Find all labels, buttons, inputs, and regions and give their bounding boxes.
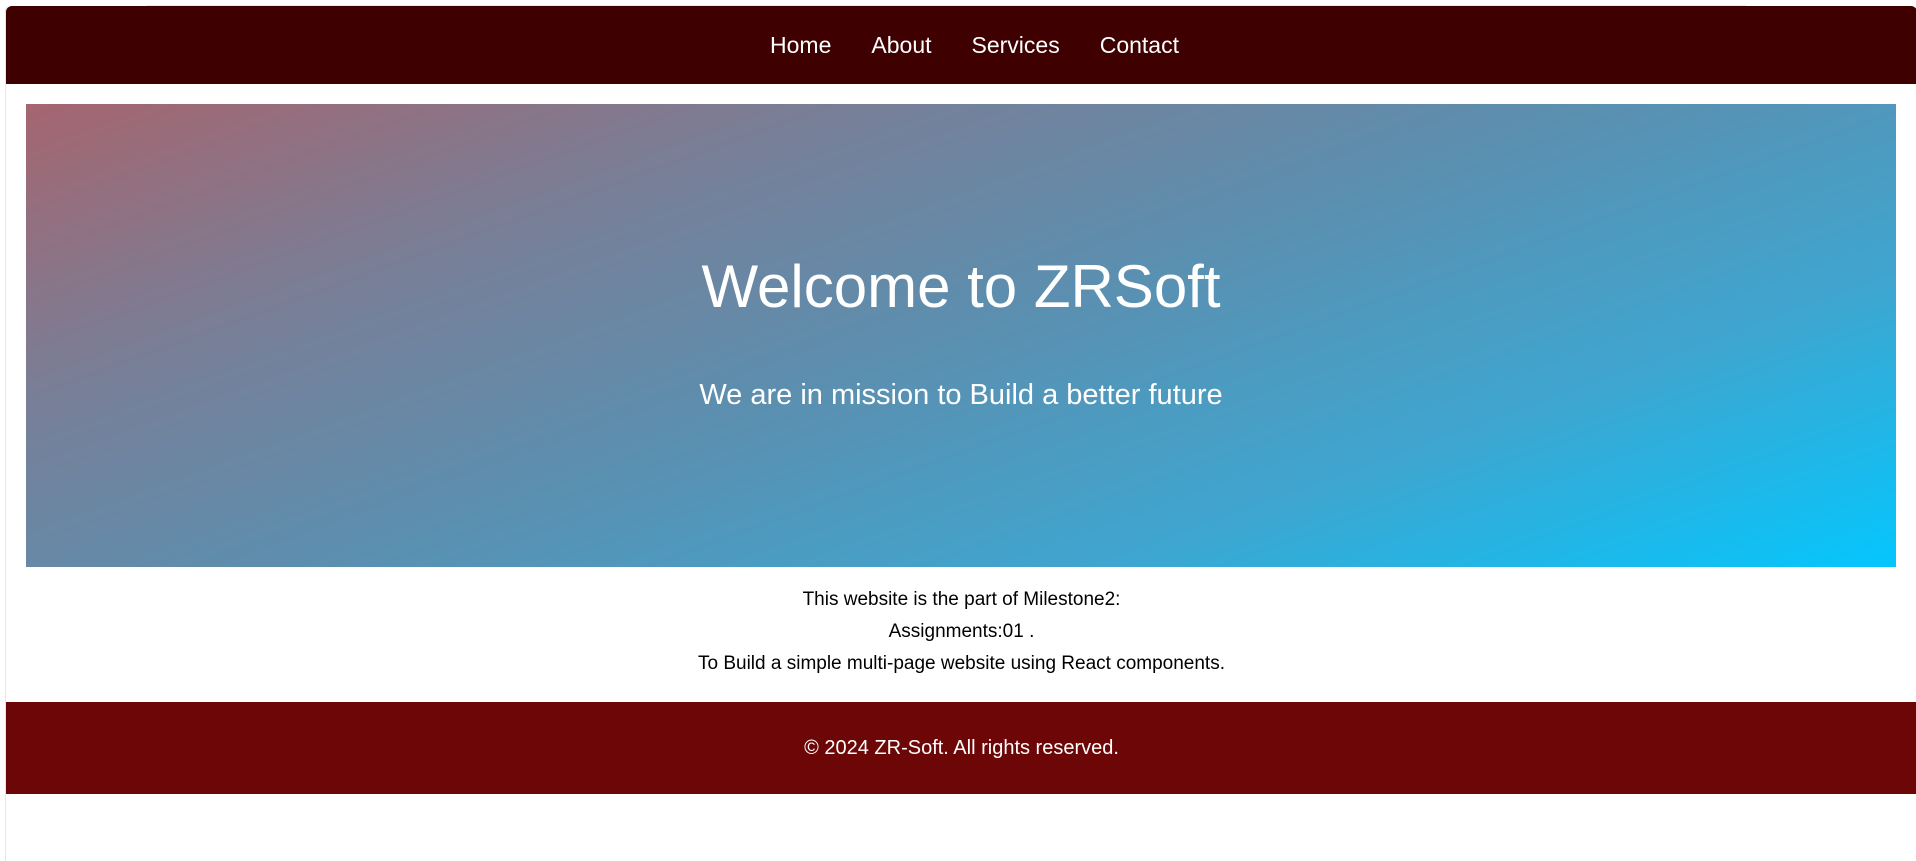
footer-copyright: © 2024 ZR-Soft. All rights reserved. <box>804 736 1119 759</box>
page-frame: Home About Services Contact Welcome to Z… <box>5 5 1916 861</box>
navbar: Home About Services Contact <box>6 6 1916 84</box>
nav-link-about[interactable]: About <box>871 32 931 59</box>
info-line-assignment: Assignments:01 . <box>888 621 1035 642</box>
info-section: This website is the part of Milestone2: … <box>6 584 1916 680</box>
nav-link-contact[interactable]: Contact <box>1100 32 1179 59</box>
footer: © 2024 ZR-Soft. All rights reserved. <box>6 702 1916 794</box>
info-line-description: To Build a simple multi-page website usi… <box>698 653 1225 674</box>
nav-link-services[interactable]: Services <box>972 32 1060 59</box>
hero-title: Welcome to ZRSoft <box>701 253 1221 320</box>
info-line-milestone: This website is the part of Milestone2: <box>802 589 1121 610</box>
nav-link-home[interactable]: Home <box>770 32 831 59</box>
hero-banner: Welcome to ZRSoft We are in mission to B… <box>26 104 1896 567</box>
hero-subtitle: We are in mission to Build a better futu… <box>699 379 1223 411</box>
